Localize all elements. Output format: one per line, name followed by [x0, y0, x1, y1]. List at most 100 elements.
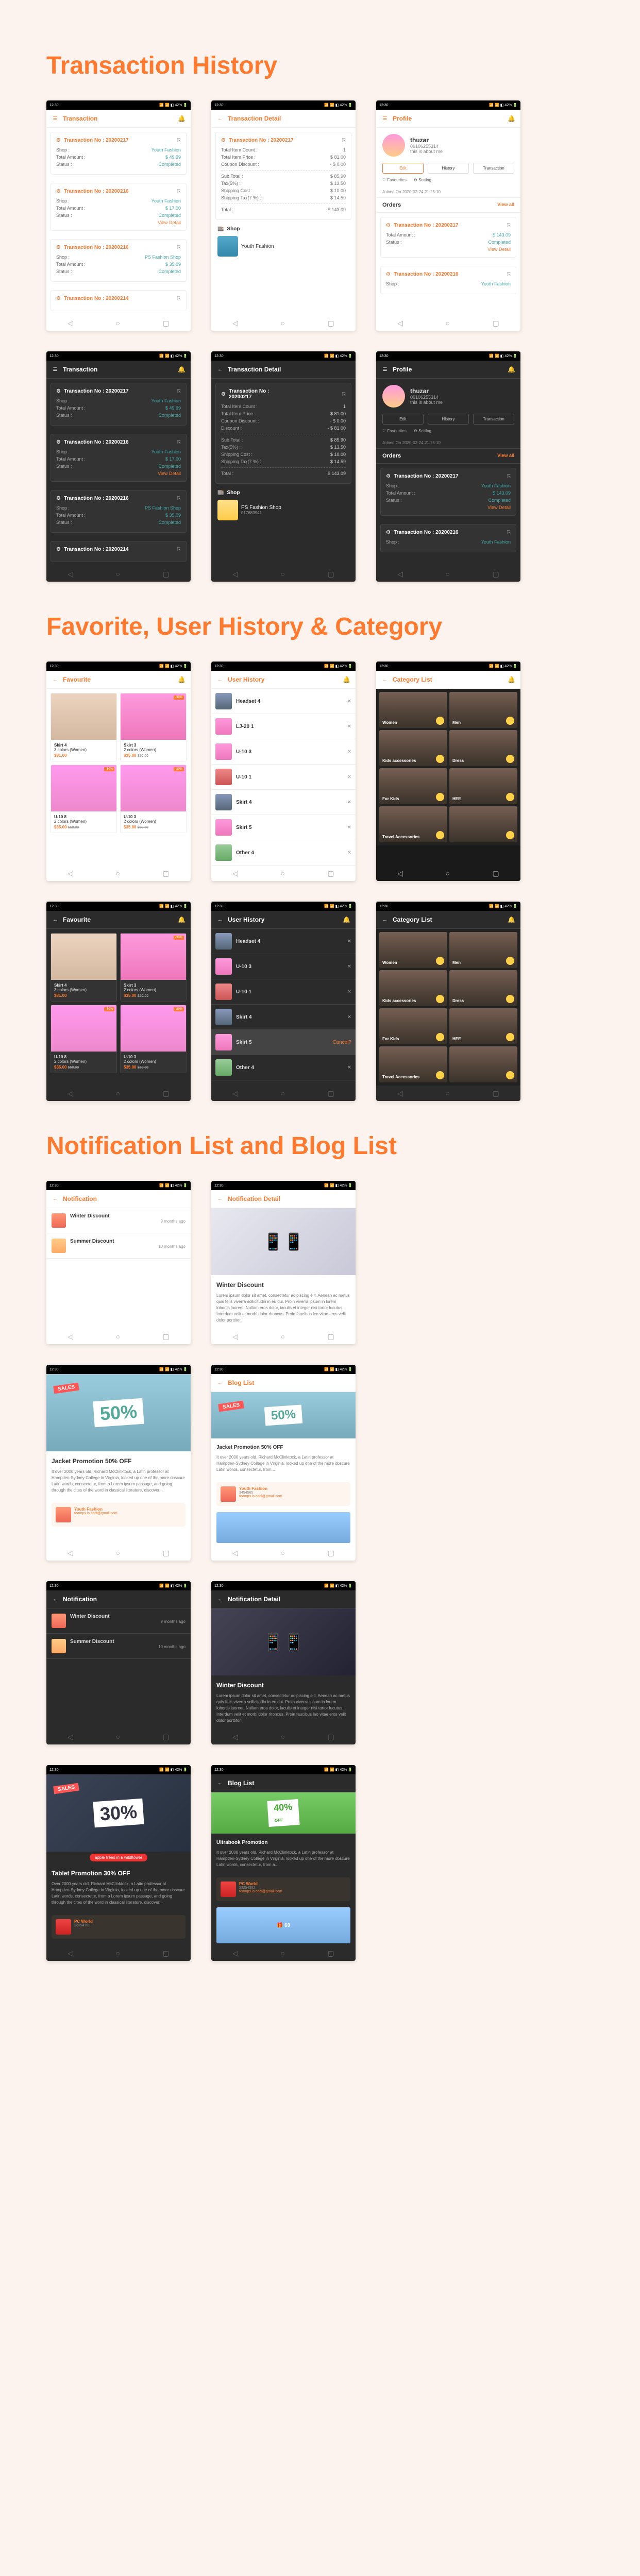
close-icon[interactable]: ✕: [347, 699, 351, 704]
bell-icon[interactable]: 🔔: [178, 366, 186, 373]
category-cell[interactable]: Travel Accessories: [379, 806, 447, 842]
phone-transaction-dark: 12:30📶 📶 ◧42% 🔋 ☰Transaction🔔 ⚙Transacti…: [46, 351, 191, 582]
product-card[interactable]: Skirt 32 colors (Women)$35.00 $50.00: [120, 693, 187, 761]
back-icon[interactable]: ←: [52, 676, 59, 683]
copy-icon[interactable]: ⎘: [342, 138, 346, 143]
category-cell[interactable]: Kids accessories: [379, 730, 447, 766]
phone-profile-light: 12:30📶 📶 ◧42% 🔋 ☰Profile🔔 thuzar09106255…: [376, 100, 520, 331]
shop-item[interactable]: Youth Fashion: [217, 234, 349, 259]
bell-icon[interactable]: 🔔: [178, 115, 186, 122]
hero-image: 📱📱: [211, 1208, 356, 1275]
section-title: Favorite, User History & Category: [46, 613, 625, 641]
category-cell[interactable]: Men: [449, 692, 517, 728]
list-item[interactable]: Skirt 5✕: [211, 815, 356, 840]
product-card[interactable]: U-10 32 colors (Women)$35.00 $50.00: [120, 765, 187, 833]
phone-notification-light: 12:30📶 📶 ◧42% 🔋 ←Notification Winter Dis…: [46, 1181, 191, 1344]
transaction-card[interactable]: ⚙Transaction No : 20200217⎘ Shop :Youth …: [50, 132, 187, 175]
page-title: Transaction: [63, 115, 174, 122]
badge-button[interactable]: apple trees in a wildflower: [90, 1854, 147, 1861]
sale-banner[interactable]: SALES50%: [211, 1392, 356, 1438]
back-icon[interactable]: ←: [216, 1195, 224, 1202]
status-bar: 12:30📶 📶 ◧42% 🔋: [46, 100, 191, 110]
page-title: Transaction Detail: [228, 115, 350, 122]
blog-card[interactable]: 🎁 60: [216, 1907, 350, 1943]
product-card[interactable]: U-10 82 colors (Women)$35.00 $50.00: [50, 765, 117, 833]
menu-icon[interactable]: ☰: [52, 366, 59, 373]
copy-icon[interactable]: ⎘: [507, 223, 511, 228]
list-item[interactable]: Headset 4✕: [211, 689, 356, 714]
back-icon[interactable]: ←: [381, 916, 389, 923]
category-cell[interactable]: HEE: [449, 768, 517, 804]
tab-history[interactable]: History: [428, 163, 469, 174]
list-item[interactable]: LJ-20 1✕: [211, 714, 356, 739]
section-title: Transaction History: [46, 52, 625, 80]
bell-icon[interactable]: 🔔: [508, 366, 515, 373]
bell-icon[interactable]: 🔔: [178, 676, 186, 683]
back-icon[interactable]: ←: [52, 1596, 59, 1603]
notification-item[interactable]: Winter Discount9 months ago: [46, 1208, 191, 1233]
phone-favourite-dark: 12:30📶 📶 ◧42% 🔋 ←Favourite🔔 Skirt 43 col…: [46, 902, 191, 1101]
sale-banner[interactable]: 40%OFF: [211, 1792, 356, 1834]
menu-icon[interactable]: ☰: [381, 115, 389, 122]
phone-favourite-light: 12:30📶 📶 ◧42% 🔋 ←Favourite🔔 Skirt 43 col…: [46, 662, 191, 881]
phone-blog-dark: 12:30📶 📶 ◧42% 🔋 SALES30% apple trees in …: [46, 1765, 191, 1961]
bell-icon[interactable]: 🔔: [508, 115, 515, 122]
android-nav: ◁○▢: [46, 315, 191, 331]
gear-icon: ⚙: [56, 138, 61, 143]
gear-icon: ⚙: [56, 296, 61, 301]
gear-icon: ⚙: [56, 189, 61, 194]
phone-blog-light: 12:30📶 📶 ◧42% 🔋 SALES50% Jacket Promotio…: [46, 1365, 191, 1561]
back-icon[interactable]: ←: [52, 1195, 59, 1202]
back-icon[interactable]: ←: [216, 1596, 224, 1603]
back-icon[interactable]: ←: [216, 1379, 224, 1386]
tab-transaction[interactable]: Transaction: [473, 163, 514, 174]
tab-edit[interactable]: Edit: [382, 163, 424, 174]
shop-card[interactable]: Youth Fashionteamps.is.cool@gmail.com: [52, 1503, 186, 1527]
back-icon[interactable]: ←: [52, 916, 59, 923]
page-title: Profile: [393, 115, 503, 122]
back-icon[interactable]: ←: [216, 115, 224, 122]
transaction-card[interactable]: ⚙Transaction No : 20200216⎘ Shop :Youth …: [50, 183, 187, 231]
copy-icon[interactable]: ⎘: [177, 245, 181, 250]
back-icon[interactable]: ←: [216, 1780, 224, 1787]
avatar[interactable]: [382, 385, 405, 408]
phone-bloglist-dark: 12:30📶 📶 ◧42% 🔋 ←Blog List 40%OFF Ultrab…: [211, 1765, 356, 1961]
menu-icon[interactable]: ☰: [52, 115, 59, 122]
list-item[interactable]: U-10 1✕: [211, 765, 356, 790]
sale-banner: SALES30%: [46, 1774, 191, 1852]
list-item[interactable]: Skirt 4✕: [211, 790, 356, 815]
copy-icon[interactable]: ⎘: [177, 296, 181, 301]
category-cell[interactable]: Dress: [449, 730, 517, 766]
setting-link[interactable]: ⚙ Setting: [414, 178, 431, 182]
blog-card[interactable]: [216, 1512, 350, 1543]
bell-icon[interactable]: 🔔: [343, 676, 350, 683]
bell-icon[interactable]: 🔔: [508, 676, 515, 683]
shop-icon: 🏬: [217, 490, 224, 496]
gear-icon: ⚙: [56, 245, 61, 250]
product-card[interactable]: Skirt 43 colors (Women)$81.00: [50, 693, 117, 761]
avatar[interactable]: [382, 134, 405, 157]
back-icon[interactable]: ←: [381, 676, 389, 683]
phone-notification-detail-light: 12:30📶 📶 ◧42% 🔋 ←Notification Detail 📱📱 …: [211, 1181, 356, 1344]
category-cell[interactable]: [449, 806, 517, 842]
menu-icon[interactable]: ☰: [381, 366, 389, 373]
category-cell[interactable]: Women: [379, 692, 447, 728]
copy-icon[interactable]: ⎘: [177, 138, 181, 143]
back-icon[interactable]: ←: [216, 916, 224, 923]
list-item[interactable]: Other 4✕: [211, 840, 356, 866]
notification-item[interactable]: Summer Discount10 months ago: [46, 1233, 191, 1259]
view-detail-link[interactable]: View Detail: [56, 220, 181, 225]
phone-transaction-light: 12:30📶 📶 ◧42% 🔋 ☰ Transaction 🔔 ⚙Transacti…: [46, 100, 191, 331]
copy-icon[interactable]: ⎘: [177, 189, 181, 194]
list-item[interactable]: U-10 3✕: [211, 739, 356, 765]
gear-icon: ⚙: [221, 138, 226, 143]
transaction-card[interactable]: ⚙Transaction No : 20200216⎘ Shop :PS Fas…: [50, 239, 187, 282]
view-detail-link[interactable]: View Detail: [386, 247, 511, 252]
back-icon[interactable]: ←: [216, 676, 224, 683]
phone-category-dark: 12:30📶 📶 ◧42% 🔋 ←Category List🔔 Women Me…: [376, 902, 520, 1101]
viewall-link[interactable]: View all: [497, 202, 514, 208]
category-cell[interactable]: For Kids: [379, 768, 447, 804]
transaction-card[interactable]: ⚙Transaction No : 20200214⎘: [50, 290, 187, 311]
back-icon[interactable]: ←: [216, 366, 224, 373]
favourites-link[interactable]: ♡ Favourites: [382, 178, 407, 182]
